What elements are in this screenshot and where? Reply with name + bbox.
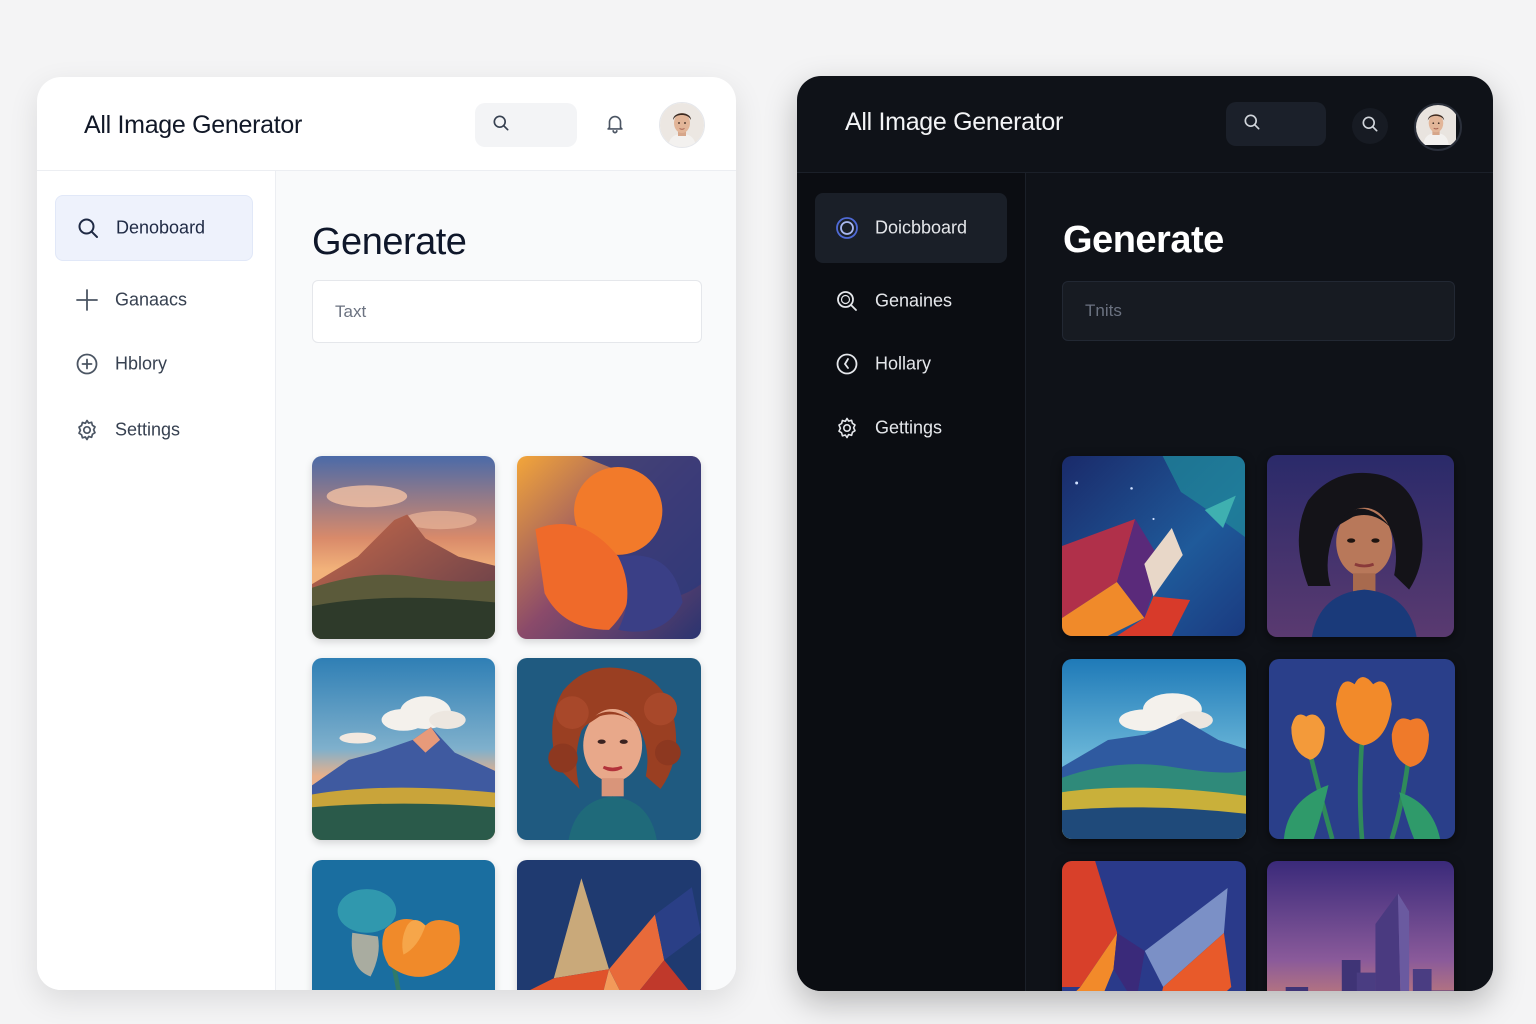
generated-image-mountain-landscape[interactable]	[1062, 659, 1246, 839]
search-box[interactable]	[475, 103, 577, 147]
dark-theme-panel: All Image Generator Doicbboard Genaines …	[797, 76, 1493, 991]
plus-icon	[75, 288, 99, 312]
notifications-button[interactable]	[597, 107, 633, 143]
sidebar-item-label: Hblory	[115, 353, 168, 374]
generated-image-geometric-abstract[interactable]	[517, 860, 701, 990]
sidebar: Doicbboard Genaines Hollary Gettings	[797, 173, 1026, 991]
sidebar-item-label: Settings	[115, 419, 181, 440]
app-header: All Image Generator	[37, 77, 736, 171]
sidebar-item-settings[interactable]: Settings	[55, 397, 253, 463]
search-icon	[491, 113, 511, 138]
sidebar-item-label: Genaines	[875, 290, 953, 311]
sidebar-item-dashboard[interactable]: Doicbboard	[815, 193, 1007, 263]
generated-image-geometric-abstract[interactable]	[1062, 861, 1246, 991]
user-avatar[interactable]	[1414, 103, 1462, 151]
sidebar-item-history[interactable]: Hollary	[815, 329, 1007, 399]
generated-image-woman-portrait[interactable]	[1267, 455, 1454, 637]
generated-image-tulip-flower[interactable]	[312, 860, 495, 990]
search-icon	[1360, 114, 1380, 139]
sidebar-item-label: Ganaacs	[115, 289, 188, 310]
page-title: Generate	[1063, 219, 1224, 261]
main-content: Generate	[1026, 173, 1493, 991]
search-button[interactable]	[1352, 108, 1388, 144]
generated-image-mountain-clouds[interactable]	[312, 658, 495, 840]
gear-icon	[75, 418, 99, 442]
sidebar-item-label: Gettings	[875, 417, 943, 438]
search-icon	[76, 216, 100, 240]
light-theme-panel: All Image Generator Denoboard Ganaacs Hb…	[37, 77, 736, 990]
search-icon	[835, 289, 859, 313]
prompt-input[interactable]	[312, 280, 702, 343]
gear-icon	[835, 416, 859, 440]
ring-icon	[835, 216, 859, 240]
search-icon	[1242, 112, 1262, 137]
search-box[interactable]	[1226, 102, 1326, 146]
bell-icon	[604, 112, 626, 139]
sidebar-item-label: Doicbboard	[875, 217, 968, 238]
sidebar-item-generate[interactable]: Ganaacs	[55, 267, 253, 333]
sidebar-item-history[interactable]: Hblory	[55, 331, 253, 397]
app-header: All Image Generator	[797, 76, 1493, 173]
search-input[interactable]	[1262, 115, 1316, 133]
sidebar: Denoboard Ganaacs Hblory Settings	[37, 171, 276, 990]
app-title: All Image Generator	[84, 111, 303, 139]
app-title: All Image Generator	[845, 108, 1064, 136]
generated-image-abstract-space[interactable]	[1062, 456, 1245, 636]
generated-image-woman-portrait[interactable]	[517, 658, 701, 840]
generated-image-city-skyline[interactable]	[1267, 861, 1454, 991]
sidebar-item-generate[interactable]: Genaines	[815, 266, 1007, 336]
plus-circle-icon	[75, 352, 99, 376]
user-avatar[interactable]	[659, 102, 705, 148]
generated-image-mountain-sunset[interactable]	[312, 456, 495, 639]
sidebar-item-label: Denoboard	[116, 217, 206, 238]
main-content: Generate	[276, 171, 736, 990]
prompt-input[interactable]	[1062, 281, 1455, 341]
clock-icon	[835, 352, 859, 376]
generated-image-orange-tulips[interactable]	[1269, 659, 1455, 839]
page-title: Generate	[312, 221, 467, 263]
sidebar-item-settings[interactable]: Gettings	[815, 393, 1007, 463]
search-input[interactable]	[511, 116, 565, 134]
sidebar-item-dashboard[interactable]: Denoboard	[55, 195, 253, 261]
sidebar-item-label: Hollary	[875, 353, 932, 374]
generated-image-abstract-orange[interactable]	[517, 456, 701, 639]
